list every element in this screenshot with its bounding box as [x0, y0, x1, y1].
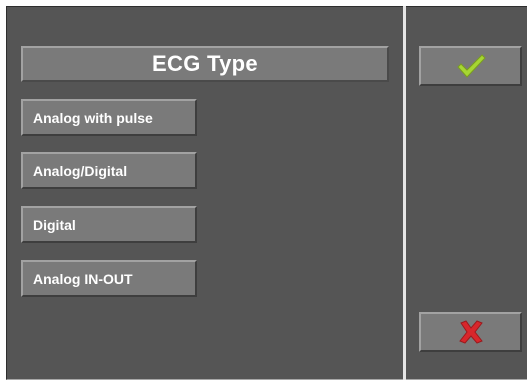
- cross-icon: [458, 320, 484, 344]
- option-analog-digital-button[interactable]: Analog/Digital: [21, 152, 197, 189]
- option-label: Analog with pulse: [33, 109, 153, 126]
- option-label: Analog/Digital: [33, 162, 128, 179]
- option-label: Digital: [33, 216, 76, 233]
- dialog-title: ECG Type: [21, 46, 389, 82]
- confirm-button[interactable]: [419, 46, 522, 86]
- option-label: Analog IN-OUT: [33, 270, 133, 287]
- option-digital-button[interactable]: Digital: [21, 206, 197, 243]
- option-analog-with-pulse-button[interactable]: Analog with pulse: [21, 99, 197, 136]
- option-analog-in-out-button[interactable]: Analog IN-OUT: [21, 260, 197, 297]
- dialog-title-text: ECG Type: [152, 51, 258, 76]
- ecg-type-screen: ECG Type Analog with pulse Analog/Digita…: [0, 0, 527, 385]
- checkmark-icon: [456, 53, 486, 79]
- cancel-button[interactable]: [419, 312, 522, 352]
